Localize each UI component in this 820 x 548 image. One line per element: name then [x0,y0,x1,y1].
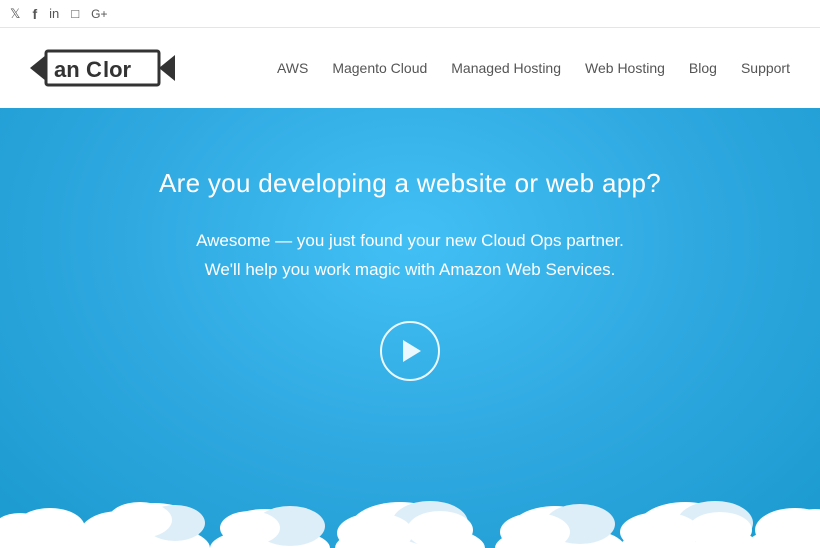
nav-item-web-hosting[interactable]: Web Hosting [585,60,665,76]
svg-text:C: C [86,57,102,82]
nav-item-support[interactable]: Support [741,60,790,76]
nav-item-managed-hosting[interactable]: Managed Hosting [451,60,561,76]
logo-svg: an C lor [30,45,175,91]
play-icon [403,340,421,362]
hero-subtitle-line1: Awesome — you just found your new Cloud … [196,231,624,250]
hero-section: Are you developing a website or web app?… [0,108,820,548]
linkedin-icon[interactable]: in [49,6,59,21]
hero-title: Are you developing a website or web app? [159,168,661,199]
instagram-icon[interactable]: □ [71,6,79,21]
svg-text:lor: lor [103,57,132,82]
twitter-icon[interactable]: 𝕏 [10,6,20,22]
nav-item-blog[interactable]: Blog [689,60,717,76]
play-button[interactable] [380,321,440,381]
hero-subtitle-line2: We'll help you work magic with Amazon We… [205,260,616,279]
logo[interactable]: an C lor [30,45,175,91]
clouds-illustration [0,448,820,548]
main-nav: AWS Magento Cloud Managed Hosting Web Ho… [277,60,790,76]
nav-item-magento-cloud[interactable]: Magento Cloud [332,60,427,76]
nav-item-aws[interactable]: AWS [277,60,308,76]
hero-subtitle: Awesome — you just found your new Cloud … [196,227,624,285]
header: an C lor AWS Magento Cloud Managed Hosti… [0,28,820,108]
svg-text:an: an [54,57,80,82]
hero-content: Are you developing a website or web app?… [159,168,661,411]
facebook-icon[interactable]: f [32,6,37,22]
googleplus-icon[interactable]: G+ [91,7,107,21]
social-bar: 𝕏 f in □ G+ [0,0,820,28]
